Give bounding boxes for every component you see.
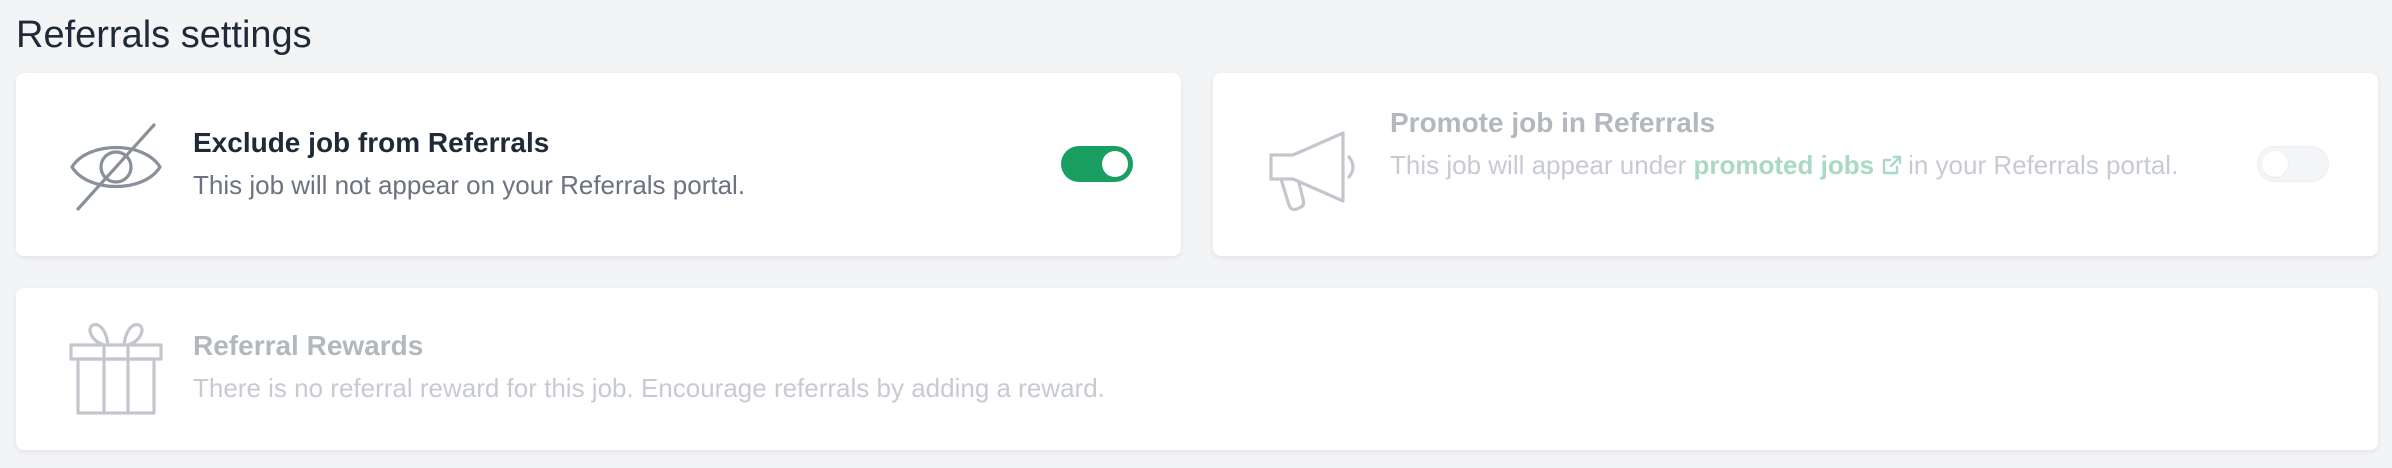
exclude-text-block: Exclude job from Referrals This job will…	[193, 125, 993, 203]
promote-description-after: in your Referrals portal.	[1908, 150, 2179, 180]
exclude-description: This job will not appear on your Referra…	[193, 170, 746, 200]
rewards-title: Referral Rewards	[193, 330, 424, 361]
referral-rewards-card: Referral Rewards There is no referral re…	[16, 288, 2378, 450]
gift-icon	[66, 319, 166, 419]
promote-description: This job will appear under promoted jobs…	[1390, 147, 2190, 183]
exclude-title: Exclude job from Referrals	[193, 127, 550, 158]
external-link-icon	[1880, 150, 1904, 175]
eye-slash-icon	[66, 117, 166, 217]
toggle-knob	[2262, 151, 2288, 177]
promote-toggle[interactable]	[2257, 146, 2329, 182]
promote-job-card: Promote job in Referrals This job will a…	[1213, 73, 2378, 256]
page-title: Referrals settings	[16, 14, 312, 56]
rewards-text-block: Referral Rewards There is no referral re…	[193, 328, 1693, 406]
megaphone-icon	[1263, 117, 1363, 217]
promote-title: Promote job in Referrals	[1390, 107, 1716, 138]
exclude-toggle[interactable]	[1061, 146, 1133, 182]
exclude-job-card: Exclude job from Referrals This job will…	[16, 73, 1181, 256]
referrals-settings-page: Referrals settings Exclude job from Refe…	[0, 0, 2392, 468]
toggle-knob	[1102, 151, 1128, 177]
promote-text-block: Promote job in Referrals This job will a…	[1390, 105, 2190, 183]
promote-description-before: This job will appear under	[1390, 150, 1687, 180]
rewards-description: There is no referral reward for this job…	[193, 373, 1105, 403]
promoted-jobs-link[interactable]: promoted jobs	[1694, 150, 1875, 180]
